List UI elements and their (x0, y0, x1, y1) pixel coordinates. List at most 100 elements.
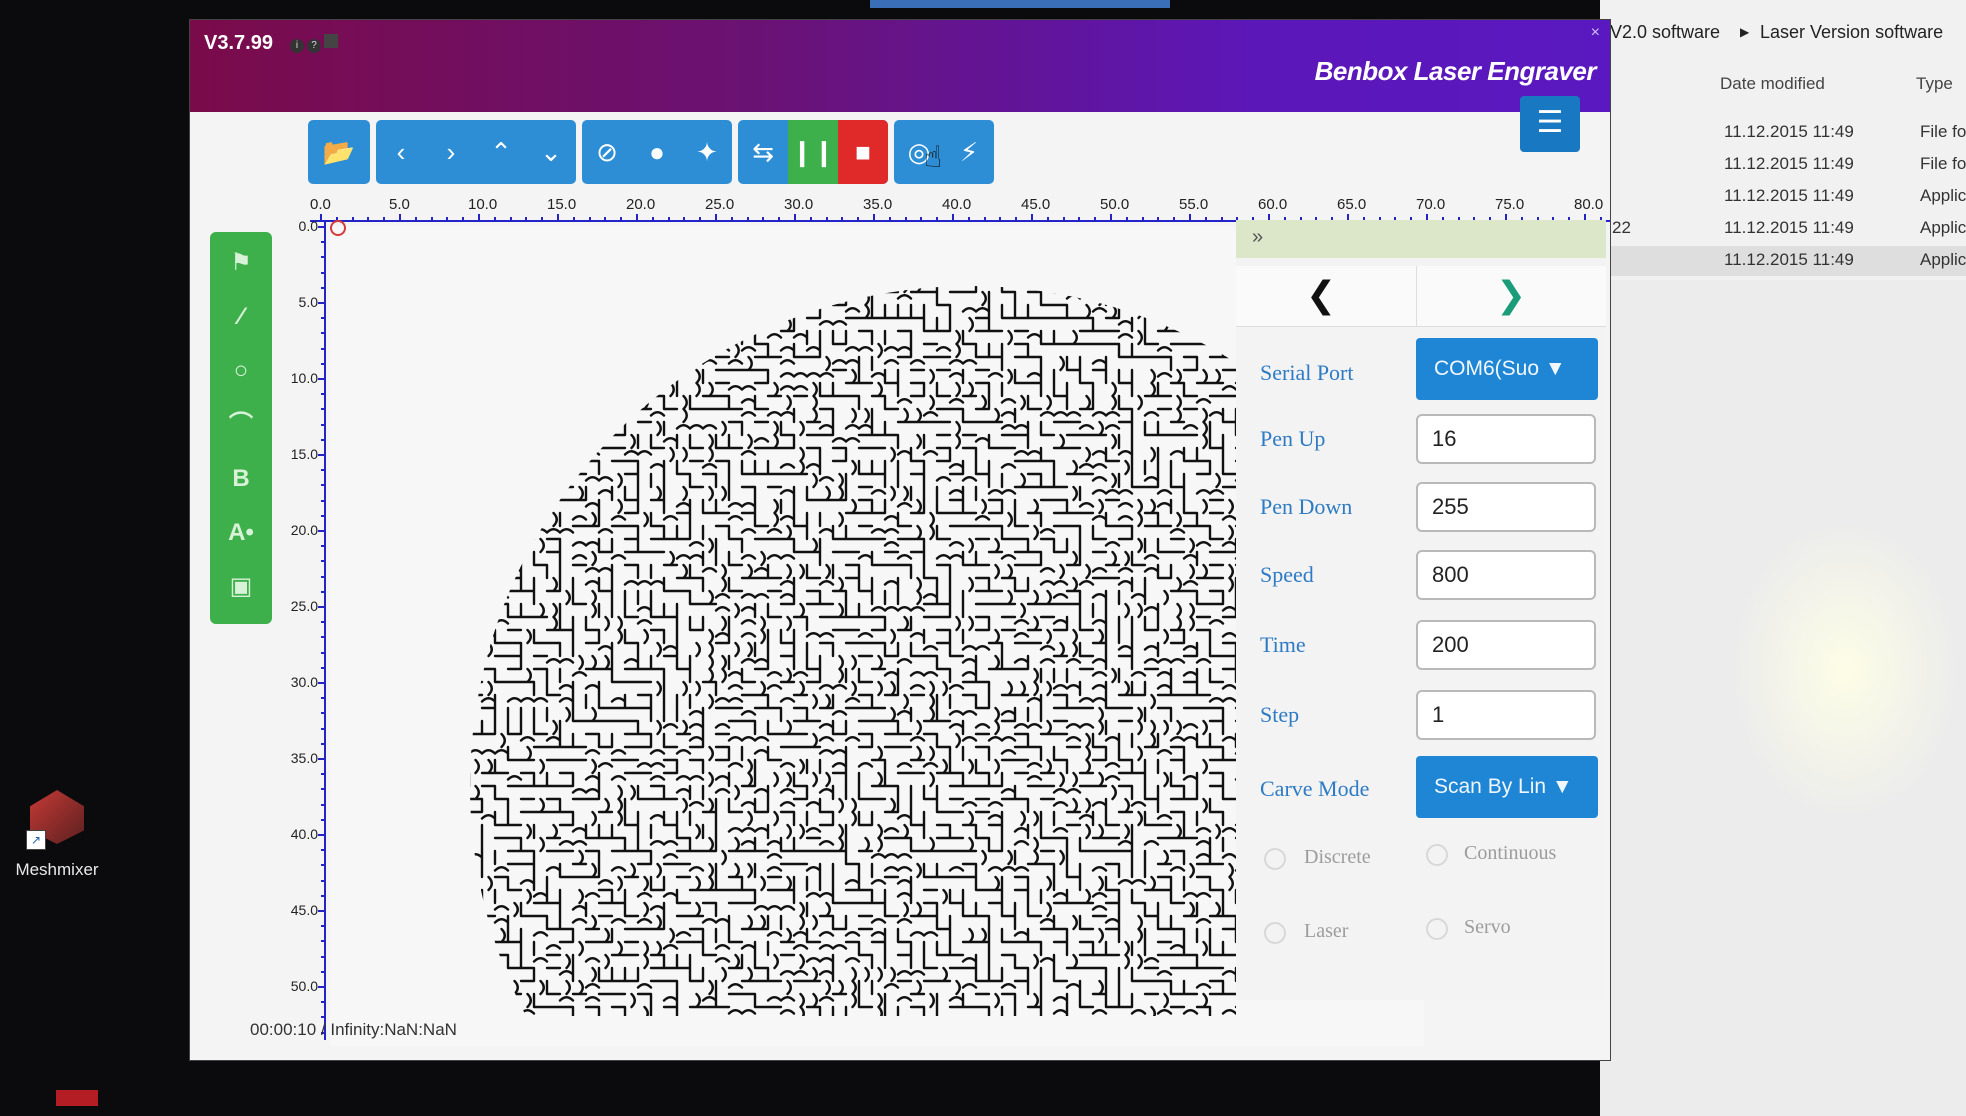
text-tool-button[interactable]: A• (210, 506, 272, 560)
ruler-x-label: 70.0 (1416, 196, 1446, 213)
circle-icon: ○ (233, 357, 249, 384)
toolbar-group-extra: ◎ ⚡ (894, 120, 994, 184)
serial-port-label: Serial Port (1260, 360, 1354, 385)
prev-page-icon[interactable]: ❮ (1306, 274, 1336, 316)
arc-tool-button[interactable]: ⌒ (210, 398, 272, 452)
ruler-y-label: 40.0 (290, 826, 318, 842)
radio-discrete[interactable] (1264, 848, 1286, 870)
desktop-shortcut-meshmixer[interactable]: ↗ Meshmixer (12, 790, 102, 890)
toolbar-group-run: ⇆ ❙❙ ■ (738, 120, 888, 184)
path-segment[interactable]: Laser Version software (1760, 22, 1943, 43)
laser-dot-button[interactable]: ● (632, 120, 682, 184)
ruler-y-tick (321, 362, 326, 365)
ruler-x-label: 25.0 (705, 196, 735, 213)
tag-icon: ⚑ (230, 249, 252, 276)
file-row[interactable]: 11.12.2015 11:49 File fo (1600, 118, 1966, 148)
ruler-y-tick (321, 742, 326, 745)
speed-input[interactable]: 800 (1416, 550, 1596, 600)
title-bar[interactable]: V3.7.99 i? × Benbox Laser Engraver (190, 20, 1610, 112)
image-tool-button[interactable]: ▣ (210, 560, 272, 614)
ruler-y-label: 35.0 (290, 750, 318, 766)
chevron-down-icon: ▼ (1544, 357, 1566, 380)
move-down-button[interactable]: ⌄ (526, 120, 576, 184)
power-button[interactable]: ⚡ (944, 120, 994, 184)
origin-button[interactable]: ✦ (682, 120, 732, 184)
radio-laser-label: Laser (1304, 920, 1349, 942)
ruler-x-label: 0.0 (310, 196, 331, 213)
nav-divider (1416, 266, 1417, 326)
origin-marker-icon (330, 220, 346, 236)
ruler-x-label: 35.0 (863, 196, 893, 213)
ruler-y-tick (321, 697, 326, 700)
radio-continuous-label: Continuous (1464, 842, 1557, 864)
menu-button[interactable]: ☰ (1520, 96, 1580, 152)
ruler-x-tick (730, 217, 733, 222)
radio-servo-label: Servo (1464, 916, 1511, 938)
open-file-button[interactable]: 📂 (308, 120, 370, 184)
dot-icon: ● (649, 137, 665, 167)
step-input[interactable]: 1 (1416, 690, 1596, 740)
pen-down-label: Pen Down (1260, 494, 1353, 519)
move-left-button[interactable]: ‹ (376, 120, 426, 184)
pause-button[interactable]: ❙❙ (788, 120, 838, 184)
next-page-icon[interactable]: ❯ (1496, 274, 1526, 316)
ruler-x-tick (509, 217, 512, 222)
line-tool-button[interactable]: ∕ (210, 290, 272, 344)
repeat-button[interactable]: ⇆ (738, 120, 788, 184)
panel-header: » (1236, 220, 1606, 258)
path-segment[interactable]: t V2.0 software (1600, 22, 1720, 43)
column-date-modified[interactable]: Date modified (1720, 74, 1825, 94)
ruler-x-label: 20.0 (626, 196, 656, 213)
flag-icon[interactable] (324, 34, 338, 48)
move-up-button[interactable]: ⌃ (476, 120, 526, 184)
pen-down-input[interactable]: 255 (1416, 482, 1596, 532)
file-row[interactable]: 11.12.2015 11:49 Applic (1600, 182, 1966, 212)
ruler-y-label: 25.0 (290, 598, 318, 614)
settings-panel: » ❮ ❯ Serial Port COM6(Suo ▼ Pen Up 16 P… (1236, 220, 1606, 1000)
ruler-y-label: 5.0 (298, 294, 318, 310)
ruler-x-tick (1015, 217, 1018, 222)
move-right-button[interactable]: › (426, 120, 476, 184)
ruler-y-tick (321, 590, 326, 593)
pen-up-input[interactable]: 16 (1416, 414, 1596, 464)
time-input[interactable]: 200 (1416, 620, 1596, 670)
ruler-x-tick (1062, 217, 1065, 222)
column-type[interactable]: Type (1916, 74, 1953, 94)
radio-laser[interactable] (1264, 922, 1286, 944)
collapse-panel-button[interactable]: » (1252, 226, 1263, 249)
progress-time-text: 00:00:10 / Infinity:NaN:NaN (250, 1020, 457, 1039)
file-row-selected[interactable]: 11.12.2015 11:49 Applic (1600, 246, 1966, 276)
time-label: Time (1260, 632, 1306, 657)
tag-tool-button[interactable]: ⚑ (210, 236, 272, 290)
pause-icon: ❙❙ (791, 137, 835, 167)
info-icon[interactable]: i (290, 39, 304, 53)
help-icon[interactable]: ? (307, 39, 321, 53)
ruler-y-tick (321, 1016, 326, 1019)
explorer-address-bar[interactable]: t V2.0 software ▶ Laser Version software (1600, 18, 1966, 48)
ruler-y-tick (318, 682, 326, 684)
toolbar-group-file: 📂 (308, 120, 370, 184)
ruler-x-tick (873, 214, 875, 222)
ruler-x-tick (794, 214, 796, 222)
ruler-x-tick (888, 217, 891, 222)
ruler-y-tick (321, 423, 326, 426)
radio-servo[interactable] (1426, 918, 1448, 940)
ruler-x-tick (446, 217, 449, 222)
circle-tool-button[interactable]: ○ (210, 344, 272, 398)
stop-button[interactable]: ■ (838, 120, 888, 184)
ruler-y-tick (321, 773, 326, 776)
ruler-y-tick (321, 925, 326, 928)
file-type: Applic (1920, 250, 1966, 269)
close-icon[interactable]: × (1591, 24, 1600, 42)
bold-text-tool-button[interactable]: B (210, 452, 272, 506)
ruler-y-tick (321, 727, 326, 730)
file-row[interactable]: 11.12.2015 11:49 File fo (1600, 150, 1966, 180)
serial-port-select[interactable]: COM6(Suo ▼ (1416, 338, 1598, 400)
ruler-x-tick (493, 217, 496, 222)
carve-mode-select[interactable]: Scan By Lin ▼ (1416, 756, 1598, 818)
ruler-y-tick (321, 575, 326, 578)
folder-open-icon: 📂 (322, 137, 356, 167)
cancel-button[interactable]: ⊘ (582, 120, 632, 184)
radio-continuous[interactable] (1426, 844, 1448, 866)
file-row[interactable]: 22 11.12.2015 11:49 Applic (1600, 214, 1966, 244)
